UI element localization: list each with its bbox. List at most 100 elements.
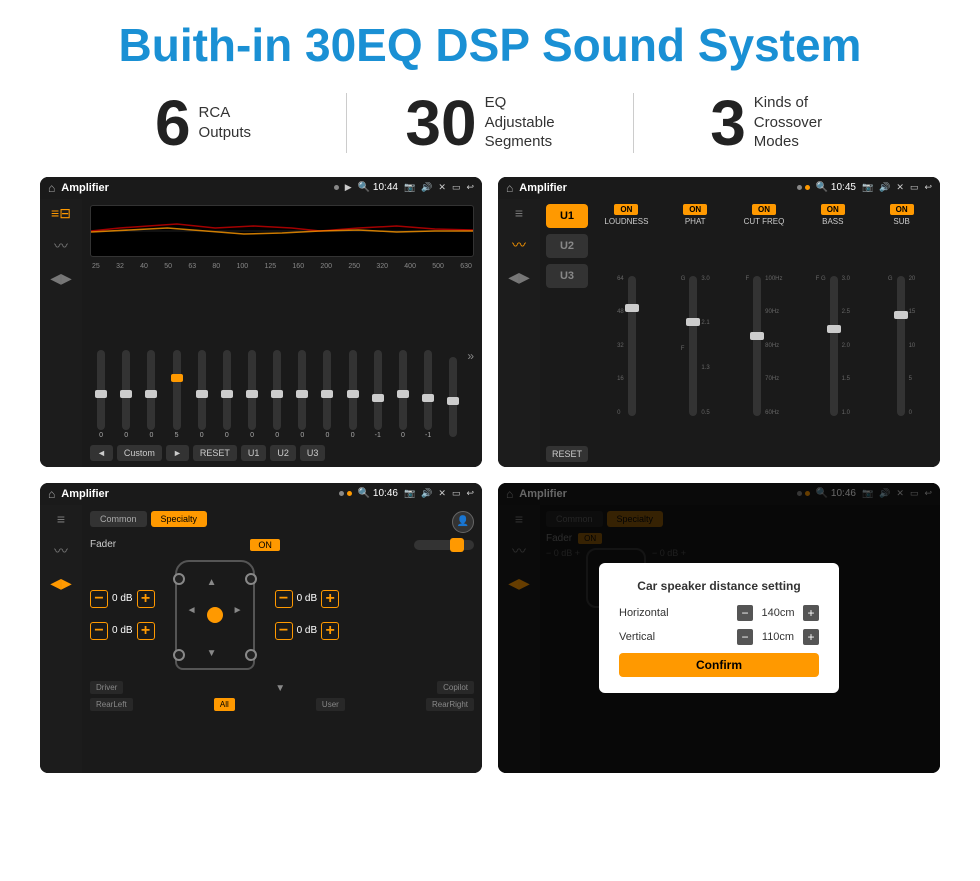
left-rear-minus[interactable]: −: [90, 622, 108, 640]
eq-slider-14[interactable]: -1: [417, 350, 439, 439]
fader-control-row: Fader ON: [90, 539, 474, 551]
left-front-minus[interactable]: −: [90, 590, 108, 608]
crossover-band-controls: ON LOUDNESS 64 48 32 16 0: [594, 204, 934, 462]
stat-divider-2: [633, 93, 634, 153]
eq-slider-11[interactable]: 0: [342, 350, 364, 439]
u3-btn[interactable]: U3: [546, 264, 588, 288]
cutfreq-label: CUT FREQ: [744, 217, 785, 226]
rearright-btn[interactable]: RearRight: [426, 698, 474, 711]
bass-label: BASS: [822, 217, 843, 226]
profile-icon[interactable]: 👤: [452, 511, 474, 533]
eq-sliders-row: 0 0 0 5: [90, 274, 474, 441]
common-tab[interactable]: Common: [90, 511, 147, 527]
status-dot-f2: [347, 491, 352, 496]
eq-u3-btn[interactable]: U3: [300, 445, 326, 461]
eq-slider-3[interactable]: 0: [140, 350, 162, 439]
time-crossover: 🔍 10:45: [816, 182, 856, 193]
cutfreq-on-btn[interactable]: ON: [752, 204, 776, 215]
left-rear-plus[interactable]: +: [137, 622, 155, 640]
time-fader: 🔍 10:46: [358, 488, 398, 499]
eq-u2-btn[interactable]: U2: [270, 445, 296, 461]
eq-icon-active: ≡⊟: [51, 205, 71, 222]
eq-slider-6[interactable]: 0: [216, 350, 238, 439]
band-bass: ON BASS F G: [800, 204, 865, 462]
stat-crossover: 3 Kinds ofCrossover Modes: [644, 91, 910, 155]
eq-prev-btn[interactable]: ◄: [90, 445, 113, 461]
eq-slider-4[interactable]: 5: [165, 350, 187, 439]
back-icon: ↩: [466, 182, 474, 193]
vertical-minus-btn[interactable]: −: [737, 629, 753, 645]
stats-row: 6 RCAOutputs 30 EQ AdjustableSegments 3 …: [30, 91, 950, 155]
rearleft-btn[interactable]: RearLeft: [90, 698, 133, 711]
sidebar-eq-icon-f: ≡: [57, 511, 65, 527]
horizontal-plus-btn[interactable]: +: [803, 605, 819, 621]
eq-slider-1[interactable]: 0: [90, 350, 112, 439]
left-front-value: 0 dB: [112, 593, 133, 604]
crossover-left-sidebar: ≡ 〰 ◀▶: [498, 199, 540, 467]
home-icon-crossover: ⌂: [506, 181, 513, 195]
rect-icon: ▭: [452, 182, 461, 193]
vertical-plus-btn[interactable]: +: [803, 629, 819, 645]
left-front-plus[interactable]: +: [137, 590, 155, 608]
band-sub: ON SUB G 20 1: [869, 204, 934, 462]
phat-on-btn[interactable]: ON: [683, 204, 707, 215]
fader-left-sidebar: ≡ 〰 ◀▶: [40, 505, 82, 773]
eq-slider-8[interactable]: 0: [266, 350, 288, 439]
confirm-btn[interactable]: Confirm: [619, 653, 819, 677]
all-btn[interactable]: All: [214, 698, 235, 711]
copilot-btn[interactable]: Copilot: [437, 681, 474, 694]
eq-slider-10[interactable]: 0: [316, 350, 338, 439]
fader-slider-h[interactable]: [414, 540, 474, 550]
eq-slider-7[interactable]: 0: [241, 350, 263, 439]
u2-btn[interactable]: U2: [546, 234, 588, 258]
right-rear-minus[interactable]: −: [275, 622, 293, 640]
right-front-plus[interactable]: +: [321, 590, 339, 608]
loudness-label: LOUDNESS: [604, 217, 648, 226]
crossover-main-area: U1 U2 U3 RESET ON LOUDNESS: [540, 199, 940, 467]
bass-on-btn[interactable]: ON: [821, 204, 845, 215]
eq-slider-9[interactable]: 0: [291, 350, 313, 439]
eq-slider-15[interactable]: [442, 357, 464, 439]
fader-on-btn[interactable]: ON: [250, 539, 280, 551]
eq-custom-btn[interactable]: Custom: [117, 445, 162, 461]
back-icon-f: ↩: [466, 488, 474, 499]
eq-icon-wave: 〰: [54, 236, 68, 256]
specialty-tab[interactable]: Specialty: [151, 511, 208, 527]
band-cutfreq: ON CUT FREQ F: [732, 204, 797, 462]
u1-btn[interactable]: U1: [546, 204, 588, 228]
driver-btn[interactable]: Driver: [90, 681, 123, 694]
user-btn[interactable]: User: [316, 698, 345, 711]
sub-on-btn[interactable]: ON: [890, 204, 914, 215]
eq-more-arrow[interactable]: »: [467, 349, 474, 363]
stat-eq: 30 EQ AdjustableSegments: [357, 91, 623, 155]
distance-dialog: Car speaker distance setting Horizontal …: [599, 563, 839, 693]
eq-graph: [90, 205, 474, 257]
vertical-control: − 110cm +: [737, 629, 819, 645]
eq-u1-btn[interactable]: U1: [241, 445, 267, 461]
stat-eq-number: 30: [405, 91, 476, 155]
x-icon: ✕: [438, 182, 446, 193]
status-dot1: [797, 185, 802, 190]
eq-slider-2[interactable]: 0: [115, 350, 137, 439]
loudness-on-btn[interactable]: ON: [614, 204, 638, 215]
stat-rca-label: RCAOutputs: [199, 103, 252, 142]
right-front-minus[interactable]: −: [275, 590, 293, 608]
dialog-horizontal-row: Horizontal − 140cm +: [619, 605, 819, 621]
eq-slider-13[interactable]: 0: [392, 350, 414, 439]
eq-slider-5[interactable]: 0: [191, 350, 213, 439]
eq-next-btn[interactable]: ►: [166, 445, 189, 461]
eq-reset-btn[interactable]: RESET: [193, 445, 237, 461]
right-rear-plus[interactable]: +: [321, 622, 339, 640]
status-bar-fader: ⌂ Amplifier 🔍 10:46 📷 🔊 ✕ ▭ ↩: [40, 483, 482, 505]
home-icon-fader: ⌂: [48, 487, 55, 501]
stat-eq-label: EQ AdjustableSegments: [485, 93, 575, 152]
fader-main-area: Common Specialty 👤 Fader ON: [82, 505, 482, 773]
stat-crossover-label: Kinds ofCrossover Modes: [754, 93, 844, 152]
status-dot-eq: [334, 185, 339, 190]
app-name-crossover: Amplifier: [519, 182, 790, 194]
time-eq: 🔍 10:44: [358, 182, 398, 193]
dialog-vertical-row: Vertical − 110cm +: [619, 629, 819, 645]
horizontal-minus-btn[interactable]: −: [737, 605, 753, 621]
eq-slider-12[interactable]: -1: [367, 350, 389, 439]
crossover-reset-btn[interactable]: RESET: [546, 446, 588, 462]
